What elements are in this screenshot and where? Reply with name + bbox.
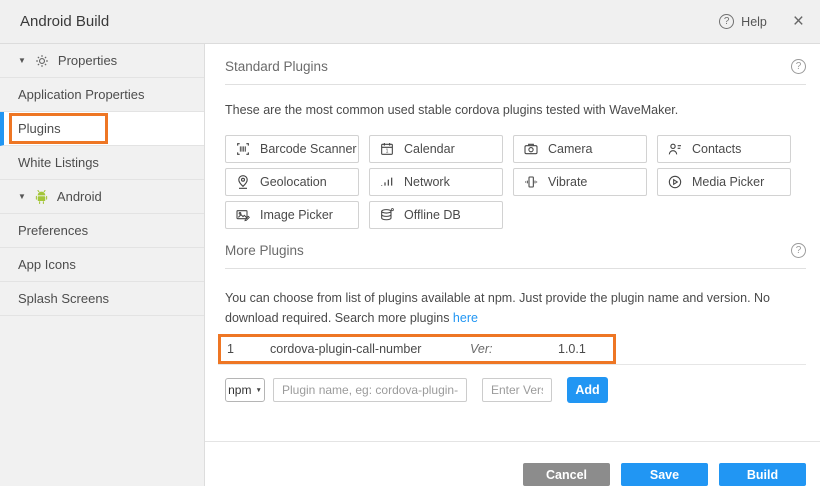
plugin-label: Network	[404, 175, 450, 189]
plugin-label: Camera	[548, 142, 592, 156]
section-title: More Plugins	[225, 243, 304, 258]
sidebar-item-label: Properties	[58, 53, 117, 68]
vibrate-icon	[523, 174, 539, 190]
section-help-icon[interactable]: ?	[791, 243, 806, 258]
offline-db-icon	[379, 207, 395, 223]
plugin-label: Calendar	[404, 142, 455, 156]
more-plugins-header: More Plugins ?	[225, 229, 806, 269]
plugin-geolocation-button[interactable]: Geolocation	[225, 168, 359, 196]
sidebar-item-label: Splash Screens	[18, 291, 109, 306]
plugin-camera-button[interactable]: Camera	[513, 135, 647, 163]
chevron-down-icon: ▼	[18, 56, 26, 65]
spacer	[225, 403, 806, 441]
plugin-label: Image Picker	[260, 208, 333, 222]
plugin-row-name: cordova-plugin-call-number	[270, 342, 470, 356]
sidebar-group-android[interactable]: ▼ Android	[0, 180, 204, 214]
standard-plugins-header: Standard Plugins ?	[225, 44, 806, 85]
sidebar-group-properties[interactable]: ▼ Properties	[0, 44, 204, 78]
plugin-label: Vibrate	[548, 175, 587, 189]
sidebar-item-splash-screens[interactable]: Splash Screens	[0, 282, 204, 316]
android-icon	[35, 190, 48, 204]
sidebar-item-plugins[interactable]: Plugins	[0, 112, 204, 146]
sidebar-item-white-listings[interactable]: White Listings	[0, 146, 204, 180]
sidebar-item-label: Plugins	[18, 121, 61, 136]
cancel-button[interactable]: Cancel	[523, 463, 610, 486]
geolocation-icon	[235, 174, 251, 190]
plugin-label: Media Picker	[692, 175, 764, 189]
plugin-network-button[interactable]: Network	[369, 168, 503, 196]
plugin-calendar-button[interactable]: 1 Calendar	[369, 135, 503, 163]
add-plugin-row: npm ▼ Add	[225, 377, 806, 403]
sidebar: ▼ Properties Application Properties Plug…	[0, 44, 205, 486]
sidebar-item-preferences[interactable]: Preferences	[0, 214, 204, 248]
gear-icon	[35, 54, 49, 68]
svg-text:1: 1	[386, 149, 389, 155]
camera-icon	[523, 141, 539, 157]
help-link[interactable]: Help	[741, 15, 767, 29]
contacts-icon	[667, 141, 683, 157]
sidebar-item-label: Preferences	[18, 223, 88, 238]
search-plugins-link[interactable]: here	[453, 311, 478, 325]
dialog-header: Android Build ? Help ×	[0, 0, 820, 44]
plugin-row: 1 cordova-plugin-call-number Ver: 1.0.1	[218, 334, 616, 364]
sidebar-item-label: Android	[57, 189, 102, 204]
main-panel: Standard Plugins ? These are the most co…	[205, 44, 820, 486]
plugin-offline-db-button[interactable]: Offline DB	[369, 201, 503, 229]
plugin-label: Contacts	[692, 142, 741, 156]
section-title: Standard Plugins	[225, 59, 328, 74]
add-plugin-button[interactable]: Add	[567, 377, 608, 403]
plugin-label: Geolocation	[260, 175, 327, 189]
standard-plugins-description: These are the most common used stable co…	[225, 101, 806, 120]
description-text: You can choose from list of plugins avai…	[225, 291, 770, 324]
section-help-icon[interactable]: ?	[791, 59, 806, 74]
plugin-image-picker-button[interactable]: Image Picker	[225, 201, 359, 229]
sidebar-item-app-icons[interactable]: App Icons	[0, 248, 204, 282]
close-icon[interactable]: ×	[793, 12, 804, 31]
footer-actions: Cancel Save Build	[225, 442, 806, 486]
plugin-label: Barcode Scanner	[260, 142, 357, 156]
sidebar-item-application-properties[interactable]: Application Properties	[0, 78, 204, 112]
sidebar-item-label: App Icons	[18, 257, 76, 272]
help-icon[interactable]: ?	[719, 14, 734, 29]
chevron-down-icon: ▼	[18, 192, 26, 201]
sidebar-item-label: Application Properties	[18, 87, 144, 102]
network-icon	[379, 174, 395, 190]
plugin-barcode-scanner-button[interactable]: Barcode Scanner	[225, 135, 359, 163]
plugin-media-picker-button[interactable]: Media Picker	[657, 168, 791, 196]
plugin-row-index: 1	[221, 342, 270, 356]
media-picker-icon	[667, 174, 683, 190]
plugin-contacts-button[interactable]: Contacts	[657, 135, 791, 163]
chevron-down-icon: ▼	[255, 387, 261, 394]
plugin-version-input[interactable]	[482, 378, 552, 402]
sidebar-item-label: White Listings	[18, 155, 99, 170]
repo-select-value: npm	[228, 383, 251, 397]
dialog-title: Android Build	[20, 13, 109, 30]
plugin-row-version-label: Ver:	[470, 342, 558, 356]
more-plugins-description: You can choose from list of plugins avai…	[225, 289, 806, 328]
build-button[interactable]: Build	[719, 463, 806, 486]
plugin-list: 1 cordova-plugin-call-number Ver: 1.0.1	[218, 334, 806, 365]
plugin-row-version: 1.0.1	[558, 342, 586, 356]
calendar-icon: 1	[379, 141, 395, 157]
save-button[interactable]: Save	[621, 463, 708, 486]
image-picker-icon	[235, 207, 251, 223]
repo-select[interactable]: npm ▼	[225, 378, 265, 402]
barcode-scanner-icon	[235, 141, 251, 157]
header-actions: ? Help ×	[719, 12, 804, 31]
plugin-name-input[interactable]	[273, 378, 467, 402]
standard-plugins-grid: Barcode Scanner 1 Calendar Camera	[225, 135, 806, 229]
plugin-vibrate-button[interactable]: Vibrate	[513, 168, 647, 196]
plugin-label: Offline DB	[404, 208, 461, 222]
